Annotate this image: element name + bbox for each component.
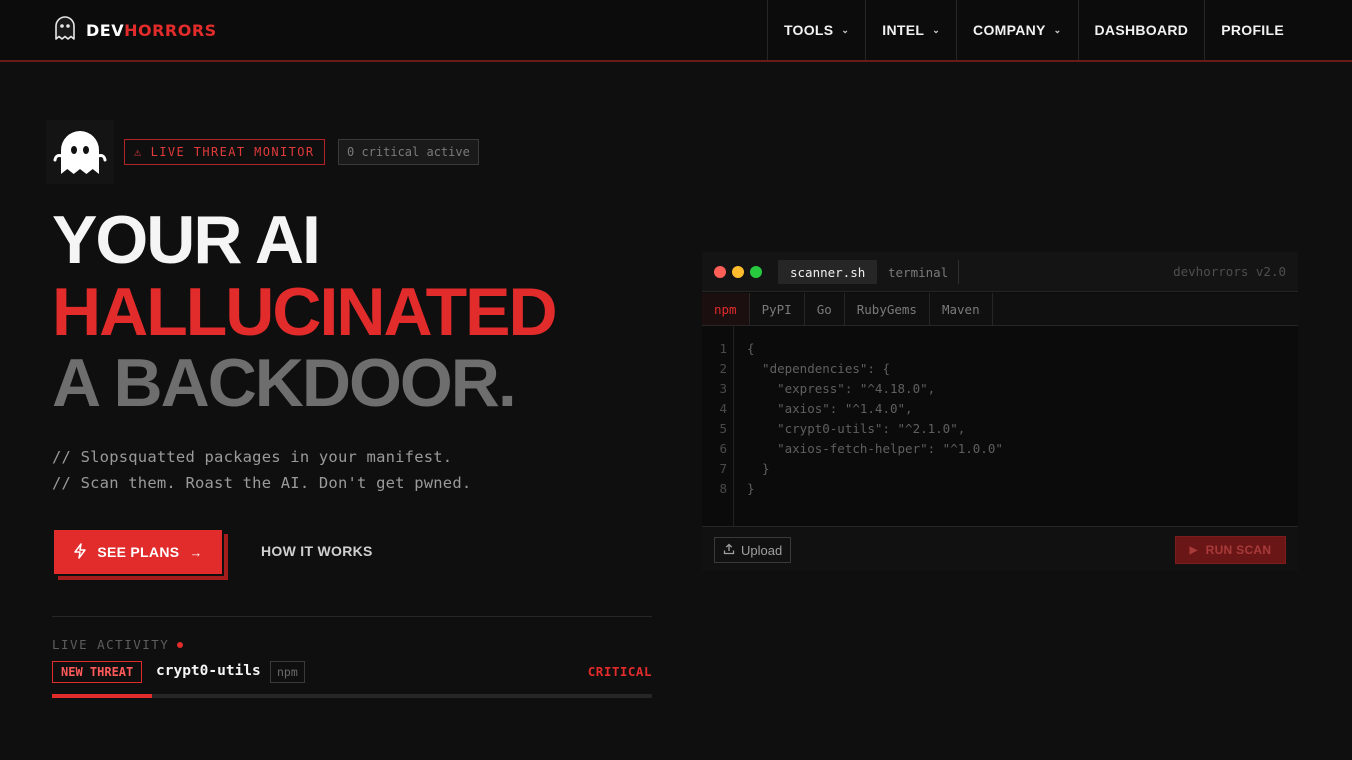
- scanner-titlebar: scanner.sh terminal devhorrors v2.0: [702, 252, 1298, 292]
- tab-pypi[interactable]: PyPI: [750, 293, 805, 325]
- manifest-editor[interactable]: 1 2 3 4 5 6 7 8 { "dependencies": { "exp…: [702, 326, 1298, 526]
- logo[interactable]: DEVHORRORS: [52, 15, 217, 46]
- chevron-down-icon: ⌄: [841, 24, 850, 35]
- tab-terminal[interactable]: terminal: [878, 260, 960, 284]
- line-number-gutter: 1 2 3 4 5 6 7 8: [702, 326, 734, 526]
- ghost-logo-icon: [52, 15, 78, 46]
- code-line: "dependencies": {: [747, 361, 890, 376]
- code-line: {: [747, 341, 755, 356]
- run-scan-button[interactable]: ▶ RUN SCAN: [1175, 536, 1286, 564]
- activity-progress-bar: [52, 694, 652, 698]
- line-number: 5: [719, 421, 727, 436]
- new-threat-tag: NEW THREAT: [52, 661, 143, 683]
- threat-package-name[interactable]: crypt0-utils: [156, 663, 261, 679]
- subheadline-line-1: // Slopsquatted packages in your manifes…: [52, 448, 453, 466]
- subheadline-line-2: // Scan them. Roast the AI. Don't get pw…: [52, 474, 472, 492]
- ghost-icon: [46, 120, 114, 184]
- nav-item-profile[interactable]: PROFILE: [1204, 0, 1300, 60]
- nav-item-tools[interactable]: TOOLS ⌄: [766, 0, 865, 60]
- how-it-works-link[interactable]: HOW IT WORKS: [261, 543, 373, 559]
- chevron-down-icon: ⌄: [932, 24, 941, 35]
- upload-icon: [723, 543, 735, 558]
- ecosystem-tabs: npm PyPI Go RubyGems Maven: [702, 293, 1298, 326]
- threat-severity: CRITICAL: [587, 664, 652, 679]
- code-line: }: [747, 461, 770, 476]
- nav-menu: TOOLS ⌄ INTEL ⌄ COMPANY ⌄ DASHBOARD PROFILE: [766, 0, 1300, 60]
- code-line: "axios": "^1.4.0",: [747, 401, 913, 416]
- divider: [52, 616, 652, 617]
- critical-count-badge: 0 critical active: [338, 139, 479, 165]
- upload-button[interactable]: Upload: [714, 537, 792, 563]
- line-number: 8: [719, 481, 727, 496]
- logo-text: DEVHORRORS: [86, 20, 217, 40]
- top-nav: DEVHORRORS TOOLS ⌄ INTEL ⌄ COMPANY ⌄ DASHBO…: [0, 0, 1352, 62]
- scanner-window: scanner.sh terminal devhorrors v2.0 npm …: [702, 252, 1298, 571]
- window-minimize-dot[interactable]: [732, 266, 744, 278]
- threat-ecosystem-tag: npm: [270, 661, 305, 683]
- play-icon: ▶: [1189, 544, 1198, 556]
- tab-scanner[interactable]: scanner.sh: [778, 260, 878, 284]
- bolt-icon: [73, 542, 87, 562]
- chevron-down-icon: ⌄: [1053, 24, 1062, 35]
- headline-line-3: A BACKDOOR.: [52, 345, 517, 421]
- live-activity-label: LIVE ACTIVITY: [52, 637, 184, 652]
- arrow-right-icon: →: [189, 544, 203, 560]
- code-line: }: [747, 481, 755, 496]
- line-number: 4: [719, 401, 727, 416]
- warning-icon: ⚠: [134, 145, 143, 159]
- tab-maven[interactable]: Maven: [930, 293, 993, 325]
- line-number: 1: [719, 341, 727, 356]
- tab-go[interactable]: Go: [805, 293, 845, 325]
- scanner-footer: Upload ▶ RUN SCAN: [702, 526, 1298, 571]
- headline-line-2: HALLUCINATED: [52, 274, 558, 350]
- code-line: "axios-fetch-helper": "^1.0.0": [747, 441, 1003, 456]
- code-line: "crypt0-utils": "^2.1.0",: [747, 421, 966, 436]
- line-number: 7: [719, 461, 727, 476]
- live-indicator-dot: [177, 641, 184, 648]
- see-plans-button[interactable]: SEE PLANS →: [52, 528, 224, 576]
- nav-item-intel[interactable]: INTEL ⌄: [865, 0, 956, 60]
- window-maximize-dot[interactable]: [750, 266, 762, 278]
- tab-npm[interactable]: npm: [702, 293, 750, 325]
- line-number: 6: [719, 441, 727, 456]
- nav-item-dashboard[interactable]: DASHBOARD: [1077, 0, 1205, 60]
- line-number: 3: [719, 381, 727, 396]
- activity-progress-fill: [52, 694, 153, 698]
- tab-rubygems[interactable]: RubyGems: [845, 293, 930, 325]
- window-close-dot[interactable]: [714, 266, 726, 278]
- version-label: devhorrors v2.0: [1173, 264, 1286, 279]
- line-number: 2: [719, 361, 727, 376]
- nav-item-company[interactable]: COMPANY ⌄: [956, 0, 1077, 60]
- code-line: "express": "^4.18.0",: [747, 381, 936, 396]
- live-threat-badge: ⚠ LIVE THREAT MONITOR: [124, 139, 325, 165]
- headline-line-1: YOUR AI: [52, 202, 321, 278]
